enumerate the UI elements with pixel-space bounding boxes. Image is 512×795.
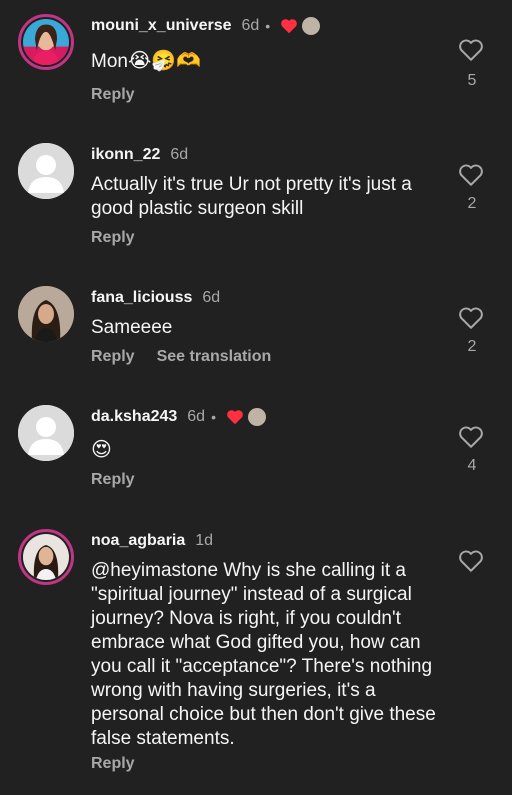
reply-button[interactable]: Reply <box>91 471 135 489</box>
creator-avatar <box>302 17 321 35</box>
default-avatar-icon[interactable] <box>18 143 74 199</box>
reply-button[interactable]: Reply <box>91 86 135 104</box>
heart-outline-icon <box>459 164 483 186</box>
avatar[interactable] <box>18 14 74 70</box>
timestamp: 6d <box>241 17 260 34</box>
comment-header: noa_agbaria 1d <box>91 529 213 553</box>
comment-header: ikonn_22 6d <box>91 143 188 167</box>
comment-header: mouni_x_universe 6d • <box>91 14 321 38</box>
reply-button[interactable]: Reply <box>91 229 135 247</box>
username[interactable]: mouni_x_universe <box>91 17 232 35</box>
see-translation-button[interactable]: See translation <box>157 348 272 366</box>
timestamp: 6d <box>202 289 221 306</box>
heart-outline-icon <box>459 426 483 448</box>
heart-outline-icon <box>459 39 483 61</box>
comment-actions: Reply <box>91 86 135 104</box>
comment-header: fana_liciouss 6d <box>91 286 220 310</box>
username[interactable]: fana_liciouss <box>91 289 192 307</box>
like-count: 2 <box>467 195 477 212</box>
heart-outline-icon <box>459 550 483 572</box>
default-avatar-icon[interactable] <box>18 405 74 461</box>
like-count: 2 <box>467 338 477 355</box>
reply-button[interactable]: Reply <box>91 348 135 366</box>
avatar[interactable] <box>18 286 74 342</box>
separator-dot: • <box>265 18 271 34</box>
username[interactable]: noa_agbaria <box>91 532 185 550</box>
comment-actions: Reply <box>91 755 135 773</box>
separator-dot: • <box>211 409 216 425</box>
like-button[interactable] <box>458 306 486 332</box>
username[interactable]: ikonn_22 <box>91 146 160 164</box>
comment-text: @heyimastone Why is she calling it a "sp… <box>91 560 436 749</box>
like-count: 4 <box>467 457 477 474</box>
timestamp: 1d <box>195 532 214 549</box>
comment-text: Sameeee <box>91 317 173 338</box>
comment-text: 😍 <box>91 437 112 461</box>
like-button[interactable] <box>458 425 486 451</box>
heart-outline-icon <box>459 307 483 329</box>
like-button[interactable] <box>458 163 486 189</box>
comment-actions: Reply <box>91 229 135 247</box>
heart-filled-icon <box>227 410 243 425</box>
username[interactable]: da.ksha243 <box>91 408 177 426</box>
comment-actions: Reply <box>91 471 135 489</box>
comment-text: Actually it's true Ur not pretty it's ju… <box>91 174 412 219</box>
comment-header: da.ksha243 6d • <box>91 405 266 429</box>
comment-text: Mon😭🤧🫶 <box>91 48 443 74</box>
heart-filled-icon <box>281 19 298 34</box>
like-button[interactable] <box>458 549 486 575</box>
timestamp: 6d <box>170 146 189 163</box>
comment-emojis: 😭🤧🫶 <box>127 48 202 72</box>
creator-avatar <box>247 408 266 426</box>
like-count: 5 <box>467 72 477 89</box>
like-button[interactable] <box>458 38 486 64</box>
avatar[interactable] <box>18 529 74 585</box>
timestamp: 6d <box>187 408 206 425</box>
reply-button[interactable]: Reply <box>91 755 135 773</box>
comment-text-content: Mon <box>91 51 128 72</box>
comment-actions: Reply See translation <box>91 348 271 366</box>
